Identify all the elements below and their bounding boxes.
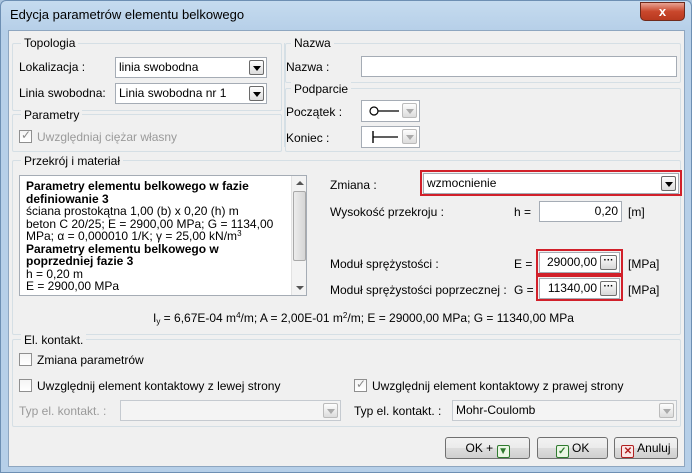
chevron-down-icon[interactable] bbox=[402, 103, 417, 118]
right-contact-label: Uwzględnij element kontaktowy z prawej s… bbox=[372, 379, 624, 393]
left-contact-checkbox[interactable] bbox=[19, 379, 32, 392]
ok-button[interactable]: ✓ OK bbox=[537, 437, 608, 459]
line-label: Linia swobodna: bbox=[19, 86, 106, 100]
modulus-unit: [MPa] bbox=[628, 257, 660, 271]
check-icon: ✓ bbox=[555, 445, 569, 458]
section-description-memo[interactable]: Parametry elementu belkowego w fazie def… bbox=[19, 175, 307, 296]
memo-heading-current: Parametry elementu belkowego w fazie def… bbox=[26, 179, 249, 206]
ok-plus-button[interactable]: OK + ▼ bbox=[445, 437, 530, 459]
self-weight-checkbox[interactable] bbox=[19, 128, 32, 143]
end-label: Koniec : bbox=[286, 131, 330, 145]
support-group bbox=[285, 88, 681, 152]
left-type-select[interactable] bbox=[120, 400, 341, 421]
summary-i-value: = 6,67E-04 m bbox=[160, 311, 237, 325]
scroll-thumb[interactable] bbox=[293, 191, 306, 261]
contact-legend: El. kontakt. bbox=[21, 333, 87, 347]
modulus-value: 29000,00 bbox=[546, 255, 597, 269]
left-contact-label: Uwzględnij element kontaktowy z lewej st… bbox=[37, 379, 281, 393]
cancel-button[interactable]: ✕ Anuluj bbox=[614, 437, 678, 459]
height-label: Wysokość przekroju : bbox=[330, 205, 444, 219]
change-value: wzmocnienie bbox=[427, 176, 497, 190]
line-value: Linia swobodna nr 1 bbox=[119, 86, 227, 100]
change-label: Zmiana : bbox=[330, 178, 377, 192]
memo-scrollbar[interactable] bbox=[291, 176, 306, 295]
shear-symbol: G = bbox=[514, 283, 534, 297]
height-field[interactable]: 0,20 bbox=[539, 201, 622, 222]
dialog-client-area: Topologia Lokalizacja : linia swobodna L… bbox=[8, 30, 685, 467]
localization-value: linia swobodna bbox=[119, 60, 199, 74]
start-support-select[interactable] bbox=[361, 100, 420, 122]
support-legend: Podparcie bbox=[291, 82, 352, 96]
chevron-down-icon[interactable] bbox=[402, 129, 417, 144]
right-type-label: Typ el. kontakt. : bbox=[354, 404, 442, 418]
modulus-field[interactable]: 29000,00 ··· bbox=[539, 252, 620, 273]
fixed-support-icon bbox=[372, 131, 398, 143]
shear-field[interactable]: 11340,00 ··· bbox=[539, 278, 620, 299]
line-select[interactable]: Linia swobodna nr 1 bbox=[115, 83, 267, 104]
summary-a: /m; A = 2,00E-01 m bbox=[240, 311, 343, 325]
scroll-down-icon[interactable] bbox=[292, 281, 306, 295]
ok-label: OK bbox=[572, 441, 590, 455]
memo-material: beton C 20/25; E = 2900,00 MPa; G = 1134… bbox=[26, 217, 288, 243]
shear-value: 11340,00 bbox=[547, 281, 597, 295]
more-icon[interactable]: ··· bbox=[600, 255, 617, 270]
hinge-support-icon bbox=[369, 106, 399, 116]
memo-text: Parametry elementu belkowego w fazie def… bbox=[26, 180, 288, 293]
localization-label: Lokalizacja : bbox=[19, 60, 86, 74]
section-legend: Przekrój i materiał bbox=[21, 154, 124, 168]
change-params-label: Zmiana parametrów bbox=[37, 353, 144, 367]
cancel-icon: ✕ bbox=[621, 445, 635, 458]
shear-label: Moduł sprężystości poprzecznej : bbox=[330, 283, 507, 297]
title-bar[interactable]: Edycja parametrów elementu belkowego x bbox=[1, 1, 691, 29]
cancel-label: Anuluj bbox=[637, 441, 671, 455]
chevron-down-icon[interactable] bbox=[659, 403, 674, 418]
memo-material-sup: 3 bbox=[237, 229, 242, 238]
memo-prev-modulus: E = 2900,00 MPa bbox=[26, 279, 120, 293]
name-label: Nazwa : bbox=[286, 60, 330, 74]
scroll-up-icon[interactable] bbox=[292, 176, 306, 190]
name-legend: Nazwa bbox=[291, 36, 334, 50]
start-label: Początek : bbox=[286, 105, 343, 119]
localization-select[interactable]: linia swobodna bbox=[115, 57, 267, 78]
shear-unit: [MPa] bbox=[628, 283, 660, 297]
section-summary: Iy = 6,67E-04 m4/m; A = 2,00E-01 m2/m; E… bbox=[153, 311, 574, 326]
summary-rest: /m; E = 29000,00 MPa; G = 11340,00 MPa bbox=[347, 311, 574, 325]
chevron-down-icon[interactable] bbox=[249, 60, 264, 75]
end-support-select[interactable] bbox=[361, 126, 420, 148]
modulus-label: Moduł sprężystości : bbox=[330, 257, 439, 271]
memo-heading-previous: Parametry elementu belkowego w poprzedni… bbox=[26, 241, 219, 268]
height-unit: [m] bbox=[628, 205, 645, 219]
name-field[interactable] bbox=[361, 56, 677, 77]
chevron-down-icon[interactable] bbox=[323, 403, 338, 418]
parameters-legend: Parametry bbox=[21, 108, 83, 122]
modulus-symbol: E = bbox=[514, 257, 533, 271]
chevron-down-icon[interactable] bbox=[661, 176, 676, 191]
height-symbol: h = bbox=[514, 205, 532, 219]
ok-plus-label: OK + bbox=[465, 441, 494, 455]
window-title: Edycja parametrów elementu belkowego bbox=[10, 7, 245, 22]
arrow-down-icon: ▼ bbox=[496, 445, 510, 458]
close-button[interactable]: x bbox=[640, 2, 685, 21]
more-icon[interactable]: ··· bbox=[600, 281, 617, 296]
right-contact-checkbox[interactable] bbox=[354, 377, 367, 392]
topology-legend: Topologia bbox=[21, 36, 79, 50]
left-type-label: Typ el. kontakt. : bbox=[19, 404, 107, 418]
change-params-checkbox[interactable] bbox=[19, 353, 32, 366]
right-type-select[interactable]: Mohr-Coulomb bbox=[452, 400, 677, 421]
dialog-window: Edycja parametrów elementu belkowego x T… bbox=[0, 0, 692, 473]
chevron-down-icon[interactable] bbox=[249, 86, 264, 101]
self-weight-label: Uwzględniaj ciężar własny bbox=[37, 130, 178, 144]
right-type-value: Mohr-Coulomb bbox=[456, 403, 536, 417]
change-select[interactable]: wzmocnienie bbox=[423, 173, 679, 194]
